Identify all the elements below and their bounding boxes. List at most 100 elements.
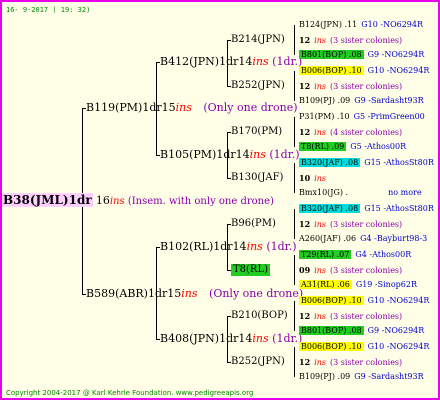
queen-node[interactable]: B214(JPN)	[231, 34, 285, 46]
origin-code: G9 -Sardasht93R	[354, 372, 424, 381]
origin-code: G9 -NO6294R	[367, 326, 425, 335]
root-queen[interactable]: B38(JML)1dr 16ins (Insem. with only one …	[2, 193, 274, 208]
ancestor-row[interactable]: B006(BOP) .10 G10 -NO6294R	[299, 341, 429, 353]
ancestor-row[interactable]: B109(PJ) .09 G9 -Sardasht93R	[299, 95, 424, 107]
ancestor-name: A260(JAF) .06	[299, 234, 357, 243]
dam-line-queen[interactable]: B589(ABR)1dr15ins (Only one drone)	[86, 288, 303, 300]
ancestor-row[interactable]: B006(BOP) .10 G10 -NO6294R	[299, 65, 429, 77]
queen-ins: ins	[175, 101, 192, 114]
ancestor-row[interactable]: Bmx10(JG) . no more	[299, 187, 422, 199]
ancestor-row[interactable]: B801(BOP) .08 G9 -NO6294R	[299, 49, 424, 61]
queen-year: 14	[238, 332, 253, 345]
queen-year: 14	[235, 148, 250, 161]
queen-node[interactable]: B96(PM)	[231, 218, 276, 230]
ancestor-name: B801(BOP) .08	[299, 326, 364, 335]
row-ins: ins	[314, 220, 326, 229]
ancestor-name: B006(BOP) .10	[299, 296, 364, 305]
queen-ins: ins	[249, 148, 266, 161]
connector	[294, 209, 295, 239]
origin-code: G9 -NO6294R	[367, 50, 425, 59]
pedigree-frame: 16- 9-2017 ( 19: 32) B38(JML)1dr 16ins (…	[0, 0, 440, 400]
queen-note: (Only one drone)	[203, 101, 298, 114]
queen-node[interactable]: B105(PM)1dr14ins (1dr.)	[160, 149, 300, 161]
connector	[294, 71, 295, 101]
origin-code: G10 -NO6294R	[367, 296, 430, 305]
row-ins: ins	[314, 128, 326, 137]
root-year: 16	[95, 194, 110, 207]
ancestor-row[interactable]: 12 ins (3 sister colonies)	[299, 218, 402, 231]
queen-node[interactable]: B252(JPN)	[231, 356, 285, 368]
queen-ins: ins	[246, 240, 263, 253]
ancestor-row[interactable]: A31(RL) .06 G19 -Sinop62R	[299, 279, 417, 291]
ancestor-row[interactable]: 12 ins (3 sister colonies)	[299, 310, 402, 323]
ancestor-name: T8(RL) .09	[299, 142, 347, 151]
origin-code: G4 -Athos00R	[355, 250, 412, 259]
ancestor-name: T29(RL) .07	[299, 250, 352, 259]
sire-line-queen[interactable]: B119(PM)1dr15ins (Only one drone)	[86, 102, 298, 114]
ancestor-row[interactable]: B109(PJ) .09 G9 -Sardasht93R	[299, 371, 424, 383]
ancestor-row[interactable]: 09 ins (3 sister colonies)	[299, 264, 402, 277]
ancestor-name: Bmx10(JG) .	[299, 188, 349, 197]
row-ins: ins	[314, 266, 326, 275]
root-ins: ins	[109, 196, 125, 207]
ancestor-row[interactable]: 12 ins (3 sister colonies)	[299, 80, 402, 93]
ancestor-row[interactable]: 12 ins (3 sister colonies)	[299, 356, 402, 369]
connector	[294, 301, 295, 331]
ancestor-row[interactable]: B320(JAF) .08 G15 -AthosSt80R	[299, 203, 434, 215]
ancestor-row[interactable]: 10 ins	[299, 172, 330, 185]
queen-note: (1dr.)	[272, 332, 303, 345]
queen-node[interactable]: B170(PM)	[231, 126, 282, 138]
row-ins: ins	[314, 312, 326, 321]
row-year: 12	[299, 357, 311, 367]
ancestor-row[interactable]: B320(JAF) .08 G15 -AthosSt80R	[299, 157, 434, 169]
ancestor-row[interactable]: B801(BOP) .08 G9 -NO6294R	[299, 325, 424, 337]
ancestor-name: B320(JAF) .08	[299, 158, 361, 167]
queen-node[interactable]: B102(RL)1dr14ins (1dr.)	[160, 241, 296, 253]
origin-code: G15 -AthosSt80R	[364, 204, 434, 213]
row-year: 10	[299, 173, 311, 183]
ancestor-row[interactable]: A260(JAF) .06 G4 -Bayburt98-3	[299, 233, 427, 245]
row-year: 12	[299, 127, 311, 137]
row-ins: ins	[314, 82, 326, 91]
queen-year: 15	[167, 287, 182, 300]
queen-name: B102(RL)1dr	[160, 240, 233, 253]
ancestor-row[interactable]: 12 ins (3 sister colonies)	[299, 34, 402, 47]
queen-year: 14	[238, 55, 253, 68]
row-year: 12	[299, 311, 311, 321]
queen-node[interactable]: B408(JPN)1dr14ins (1dr.)	[160, 333, 302, 345]
sister-colonies: (3 sister colonies)	[329, 358, 403, 367]
sister-colonies: (3 sister colonies)	[329, 220, 403, 229]
connector	[294, 163, 295, 193]
queen-ins: ins	[181, 287, 198, 300]
ancestor-name: B801(BOP) .08	[299, 50, 364, 59]
timestamp: 16- 9-2017 ( 19: 32)	[6, 6, 91, 14]
queen-name: B119(PM)1dr	[86, 101, 162, 114]
queen-name: B412(JPN)1dr	[160, 55, 239, 68]
connector	[294, 117, 295, 147]
origin-code: G5 -Athos00R	[350, 142, 407, 151]
origin-code: G10 -NO6294R	[367, 66, 430, 75]
ancestor-row[interactable]: P31(PM) .10 G5 -PrimGreen00	[299, 111, 425, 123]
queen-node[interactable]: B210(BOP)	[231, 310, 288, 322]
ancestor-name: B320(JAF) .08	[299, 204, 361, 213]
origin-code: no more	[388, 188, 422, 197]
queen-year: 14	[232, 240, 247, 253]
ancestor-row[interactable]: B124(JPN) .11 G10 -NO6294R	[299, 19, 423, 31]
ancestor-row[interactable]: 12 ins (4 sister colonies)	[299, 126, 402, 139]
queen-year: 15	[161, 101, 176, 114]
ancestor-row[interactable]: B006(BOP) .10 G10 -NO6294R	[299, 295, 429, 307]
ancestor-row[interactable]: T8(RL) .09 G5 -Athos00R	[299, 141, 406, 153]
queen-node[interactable]: T8(RL)	[231, 264, 271, 276]
ancestor-row[interactable]: T29(RL) .07 G4 -Athos00R	[299, 249, 411, 261]
origin-code: G19 -Sinop62R	[355, 280, 417, 289]
queen-name: B589(ABR)1dr	[86, 287, 168, 300]
queen-node[interactable]: B252(JPN)	[231, 80, 285, 92]
row-ins: ins	[314, 358, 326, 367]
queen-node[interactable]: B412(JPN)1dr14ins (1dr.)	[160, 56, 302, 68]
queen-note: (1dr.)	[266, 240, 297, 253]
queen-ins: ins	[252, 55, 269, 68]
queen-node[interactable]: B130(JAF)	[231, 172, 283, 184]
connector	[294, 347, 295, 377]
queen-ins: ins	[252, 332, 269, 345]
origin-code: G5 -PrimGreen00	[353, 112, 425, 121]
